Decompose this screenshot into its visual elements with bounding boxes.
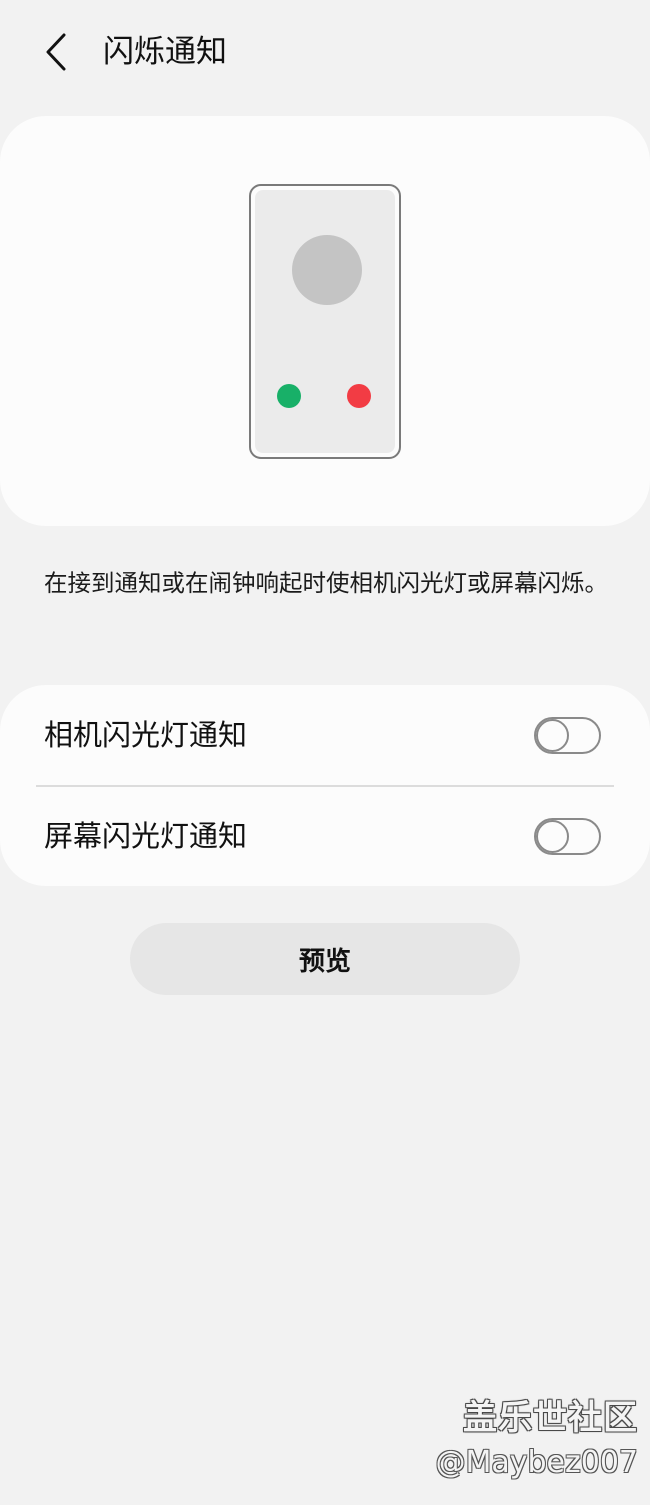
toggle-knob [536,719,569,752]
back-button[interactable] [30,28,82,76]
accept-call-dot [277,384,301,408]
preview-button-label: 预览 [298,946,351,977]
camera-flash-toggle[interactable] [534,717,601,754]
preview-button[interactable]: 预览 [130,923,520,995]
camera-flash-notification-row[interactable]: 相机闪光灯通知 [0,685,650,785]
description-text: 在接到通知或在闹钟响起时使相机闪光灯或屏幕闪烁。 [44,569,608,597]
caller-avatar [292,235,362,305]
screen-flash-notification-row[interactable]: 屏幕闪光灯通知 [0,786,650,886]
setting-label: 屏幕闪光灯通知 [44,819,248,853]
setting-label: 相机闪光灯通知 [44,718,248,752]
watermark-brand: 盖乐世社区 [463,1398,638,1438]
chevron-left-icon [46,33,66,71]
app-header: 闪烁通知 [0,0,650,104]
watermark-user: @Maybez007 [435,1445,638,1480]
page-title: 闪烁通知 [103,34,227,70]
toggle-knob [536,820,569,853]
settings-card: 相机闪光灯通知 屏幕闪光灯通知 [0,685,650,886]
screen-flash-toggle[interactable] [534,818,601,855]
decline-call-dot [347,384,371,408]
phone-screen [255,190,395,453]
illustration-card [0,116,650,526]
phone-illustration [249,184,401,459]
